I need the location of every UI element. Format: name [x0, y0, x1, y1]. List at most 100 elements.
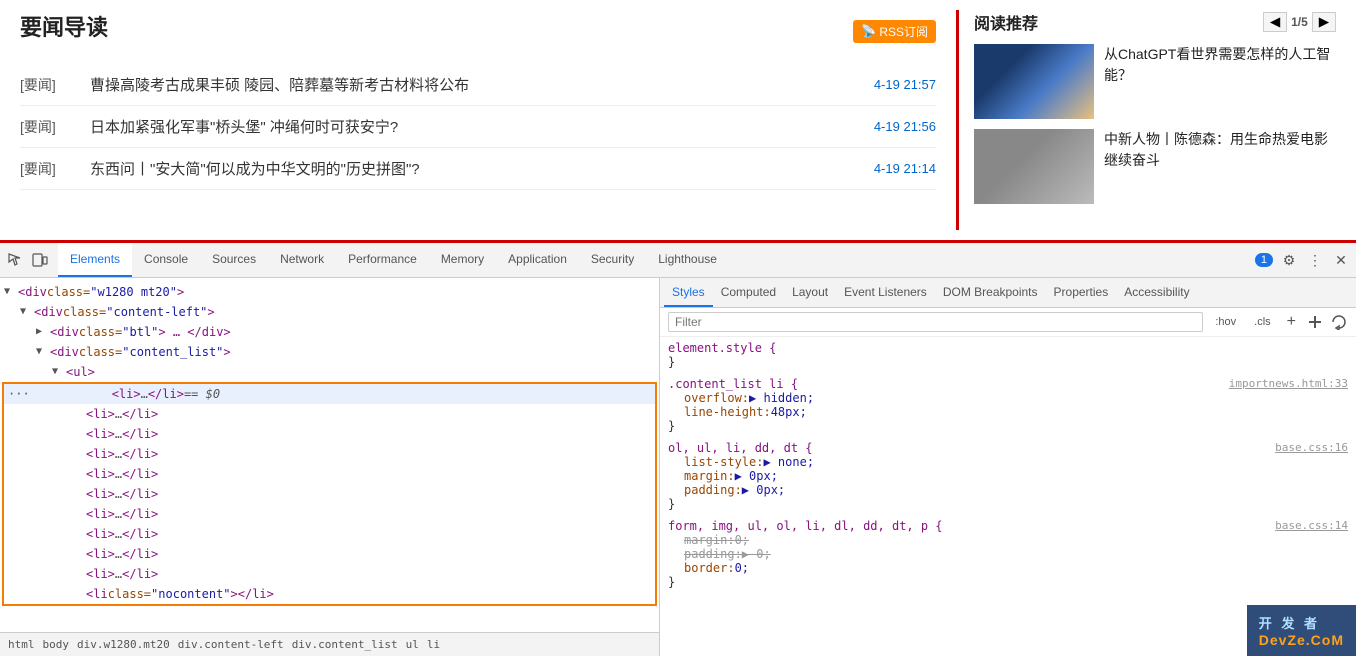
- watermark: 开 发 者 DevZe.CoM: [1247, 605, 1356, 656]
- style-prop[interactable]: padding:: [684, 547, 742, 561]
- breadcrumb-item[interactable]: div.content-left: [178, 638, 284, 651]
- styles-tab-accessibility[interactable]: Accessibility: [1116, 278, 1197, 307]
- style-prop[interactable]: overflow:: [684, 391, 749, 405]
- device-icon[interactable]: [30, 250, 50, 270]
- style-source[interactable]: importnews.html:33: [1229, 377, 1348, 390]
- tree-toggle[interactable]: ▼: [4, 282, 18, 302]
- more-icon[interactable]: ⋮: [1305, 250, 1325, 270]
- style-prop[interactable]: list-style:: [684, 455, 763, 469]
- refresh-icon[interactable]: [1330, 313, 1348, 331]
- style-value[interactable]: ▶ none;: [763, 455, 814, 469]
- style-prop[interactable]: line-height:: [684, 405, 771, 419]
- devtools-tab-performance[interactable]: Performance: [336, 243, 429, 277]
- next-btn[interactable]: ▶: [1312, 12, 1336, 32]
- hov-button[interactable]: :hov: [1209, 313, 1242, 331]
- breadcrumb-item[interactable]: div.w1280.mt20: [77, 638, 170, 651]
- devtools-tab-lighthouse[interactable]: Lighthouse: [646, 243, 729, 277]
- tree-toggle[interactable]: ▼: [36, 342, 50, 362]
- devtools-tab-security[interactable]: Security: [579, 243, 646, 277]
- tree-toggle[interactable]: ▶: [36, 322, 50, 342]
- settings-icon[interactable]: ⚙: [1279, 250, 1299, 270]
- style-value[interactable]: ▶ hidden;: [749, 391, 814, 405]
- tag-open: <div: [18, 282, 47, 302]
- styles-tab-computed[interactable]: Computed: [713, 278, 784, 307]
- tree-line[interactable]: <li class="nocontent"></li>: [4, 584, 655, 604]
- news-item[interactable]: [要闻] 日本加紧强化军事"桥头堡" 冲绳何时可获安宁? 4-19 21:56: [20, 106, 936, 148]
- tree-line[interactable]: <li> … </li>: [4, 464, 655, 484]
- tree-line[interactable]: <li> … </li>: [4, 424, 655, 444]
- add-style-button[interactable]: +: [1283, 313, 1300, 331]
- style-value[interactable]: 0;: [735, 561, 749, 575]
- prev-btn[interactable]: ◀: [1263, 12, 1287, 32]
- news-title: 曹操高陵考古成果丰硕 陵园、陪葬墓等新考古材料将公布: [90, 74, 854, 95]
- devtools-tab-elements[interactable]: Elements: [58, 243, 132, 277]
- devtools-tab-application[interactable]: Application: [496, 243, 579, 277]
- filter-input[interactable]: [668, 312, 1203, 332]
- style-selector[interactable]: .content_list li {: [668, 377, 798, 391]
- breadcrumb-item[interactable]: li: [427, 638, 440, 651]
- styles-tabs: StylesComputedLayoutEvent ListenersDOM B…: [660, 278, 1356, 308]
- tree-line[interactable]: <li> … </li>: [4, 524, 655, 544]
- tree-line[interactable]: <li> … </li>: [4, 504, 655, 524]
- tree-line[interactable]: <li> … </li>: [4, 544, 655, 564]
- li-selection-box: ···<li> … </li> == $0<li> … </li><li> … …: [2, 382, 657, 606]
- devtools-tab-sources[interactable]: Sources: [200, 243, 268, 277]
- style-value[interactable]: ▶ 0px;: [735, 469, 778, 483]
- styles-tab-properties[interactable]: Properties: [1046, 278, 1117, 307]
- styles-tab-styles[interactable]: Styles: [664, 278, 713, 307]
- card-image: [974, 129, 1094, 204]
- style-prop[interactable]: margin:: [684, 469, 735, 483]
- style-selector[interactable]: form, img, ul, ol, li, dl, dd, dt, p {: [668, 519, 943, 533]
- html-tree[interactable]: ▼<div class="w1280 mt20">▼<div class="co…: [0, 278, 659, 632]
- styles-tab-event-listeners[interactable]: Event Listeners: [836, 278, 935, 307]
- style-prop[interactable]: border:: [684, 561, 735, 575]
- tree-line[interactable]: ▼<ul>: [0, 362, 659, 382]
- style-prop[interactable]: margin:: [684, 533, 735, 547]
- style-selector[interactable]: element.style {: [668, 341, 776, 355]
- tree-line[interactable]: <li> … </li>: [4, 484, 655, 504]
- breadcrumb-item[interactable]: body: [43, 638, 70, 651]
- styles-tab-layout[interactable]: Layout: [784, 278, 836, 307]
- close-icon[interactable]: ✕: [1331, 250, 1351, 270]
- card-title: 中新人物丨陈德森：用生命热爱电影 继续奋斗: [1104, 129, 1336, 171]
- inspect-icon[interactable]: [5, 250, 25, 270]
- tree-line[interactable]: ▶<div class="btl"> … </div>: [0, 322, 659, 342]
- tree-line[interactable]: <li> … </li>: [4, 564, 655, 584]
- tree-line[interactable]: <li> … </li>: [4, 404, 655, 424]
- style-value[interactable]: 0;: [735, 533, 749, 547]
- news-item[interactable]: [要闻] 东西问丨"安大简"何以成为中华文明的"历史拼图"? 4-19 21:1…: [20, 148, 936, 190]
- tree-toggle[interactable]: ▼: [20, 302, 34, 322]
- style-prop[interactable]: padding:: [684, 483, 742, 497]
- breadcrumb-item[interactable]: ul: [406, 638, 419, 651]
- style-value[interactable]: ▶ 0px;: [742, 483, 785, 497]
- new-style-rule-icon[interactable]: [1306, 313, 1324, 331]
- devtools-tab-memory[interactable]: Memory: [429, 243, 496, 277]
- cls-button[interactable]: .cls: [1248, 313, 1277, 331]
- news-tag: [要闻]: [20, 75, 70, 95]
- tree-line[interactable]: <li> … </li>: [4, 444, 655, 464]
- tree-line[interactable]: ···<li> … </li> == $0: [4, 384, 655, 404]
- card-item[interactable]: 从ChatGPT看世界需要怎样的人工智能？: [974, 44, 1336, 119]
- tree-line[interactable]: ▼<div class="w1280 mt20">: [0, 282, 659, 302]
- rss-button[interactable]: 📡 RSS订阅: [853, 20, 936, 43]
- style-value[interactable]: ▶ 0;: [742, 547, 771, 561]
- style-value[interactable]: 48px;: [771, 405, 807, 419]
- breadcrumb-item[interactable]: html: [8, 638, 35, 651]
- styles-toolbar: :hov .cls +: [660, 308, 1356, 337]
- breadcrumb-item[interactable]: div.content_list: [292, 638, 398, 651]
- tree-more-icon[interactable]: ···: [8, 384, 30, 404]
- style-selector[interactable]: ol, ul, li, dd, dt {: [668, 441, 813, 455]
- tree-line[interactable]: ▼<div class="content_list">: [0, 342, 659, 362]
- style-source[interactable]: base.css:14: [1275, 519, 1348, 532]
- news-item[interactable]: [要闻] 曹操高陵考古成果丰硕 陵园、陪葬墓等新考古材料将公布 4-19 21:…: [20, 64, 936, 106]
- style-block: .content_list li { importnews.html:33 over…: [668, 377, 1348, 433]
- tree-line[interactable]: ▼<div class="content-left">: [0, 302, 659, 322]
- news-list: [要闻] 曹操高陵考古成果丰硕 陵园、陪葬墓等新考古材料将公布 4-19 21:…: [20, 64, 936, 190]
- tag-open: <li: [86, 584, 108, 604]
- styles-tab-dom-breakpoints[interactable]: DOM Breakpoints: [935, 278, 1046, 307]
- devtools-tab-console[interactable]: Console: [132, 243, 200, 277]
- tree-toggle[interactable]: ▼: [52, 362, 66, 382]
- card-item[interactable]: 中新人物丨陈德森：用生命热爱电影 继续奋斗: [974, 129, 1336, 204]
- style-source[interactable]: base.css:16: [1275, 441, 1348, 454]
- devtools-tab-network[interactable]: Network: [268, 243, 336, 277]
